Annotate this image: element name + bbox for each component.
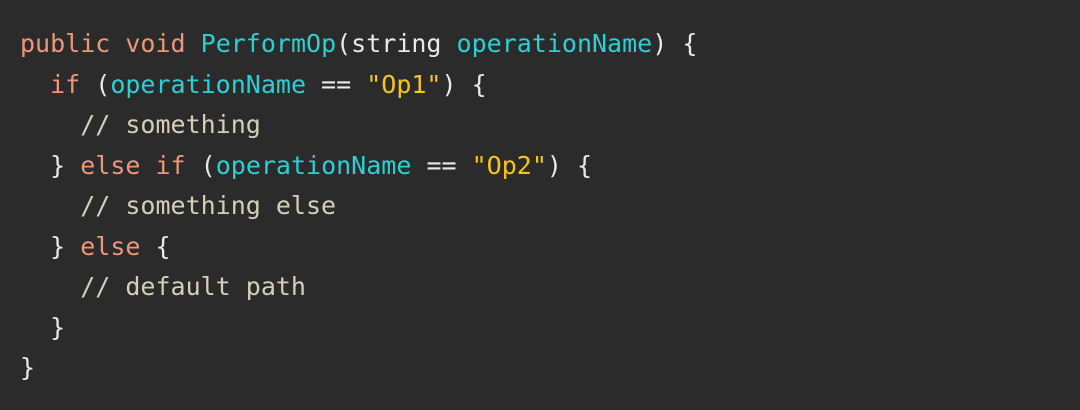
code-text-token: ) { — [652, 29, 698, 58]
code-line-1: public void PerformOp(string operationNa… — [20, 24, 1080, 65]
operator-token: == — [411, 150, 472, 180]
code-text-token: } — [20, 231, 81, 261]
code-line-6: } else { — [20, 227, 1080, 268]
keyword-token: if — [50, 69, 81, 99]
code-text-token: } — [20, 312, 66, 342]
code-text-token: ) { — [441, 69, 487, 99]
keyword-token: public — [20, 29, 111, 58]
code-line-5: // something else — [20, 186, 1080, 227]
keyword-token: else — [80, 150, 141, 180]
comment-token: // default path — [80, 272, 306, 301]
code-line-2: if (operationName == "Op1") { — [20, 65, 1080, 106]
code-text-token: ( — [80, 69, 111, 99]
code-text-token: ) { — [546, 150, 593, 180]
code-text-token: (string — [336, 29, 457, 58]
keyword-token: else — [80, 231, 141, 261]
code-line-3: // something — [20, 105, 1080, 146]
comment-token: // something else — [80, 191, 337, 220]
code-line-8: } — [20, 308, 1080, 349]
identifier-token: operationName — [456, 29, 653, 58]
identifier-token: operationName — [110, 69, 306, 99]
code-text-token: } — [20, 353, 36, 382]
code-text-token: { — [140, 231, 171, 261]
code-line-4: } else if (operationName == "Op2") { — [20, 146, 1080, 187]
keyword-token: void — [125, 29, 186, 58]
operator-token: == — [306, 69, 367, 99]
identifier-token: operationName — [215, 150, 412, 180]
code-text-token: ( — [185, 150, 216, 180]
function-name-token: PerformOp — [200, 29, 337, 58]
code-line-9: } — [20, 348, 1080, 389]
code-line-7: // default path — [20, 267, 1080, 308]
string-literal-token: "Op1" — [366, 69, 442, 99]
string-literal-token: "Op2" — [471, 150, 547, 180]
keyword-token: if — [155, 150, 186, 180]
comment-token: // something — [80, 110, 261, 139]
code-block: public void PerformOp(string operationNa… — [0, 0, 1080, 410]
code-text-token: } — [20, 150, 81, 180]
